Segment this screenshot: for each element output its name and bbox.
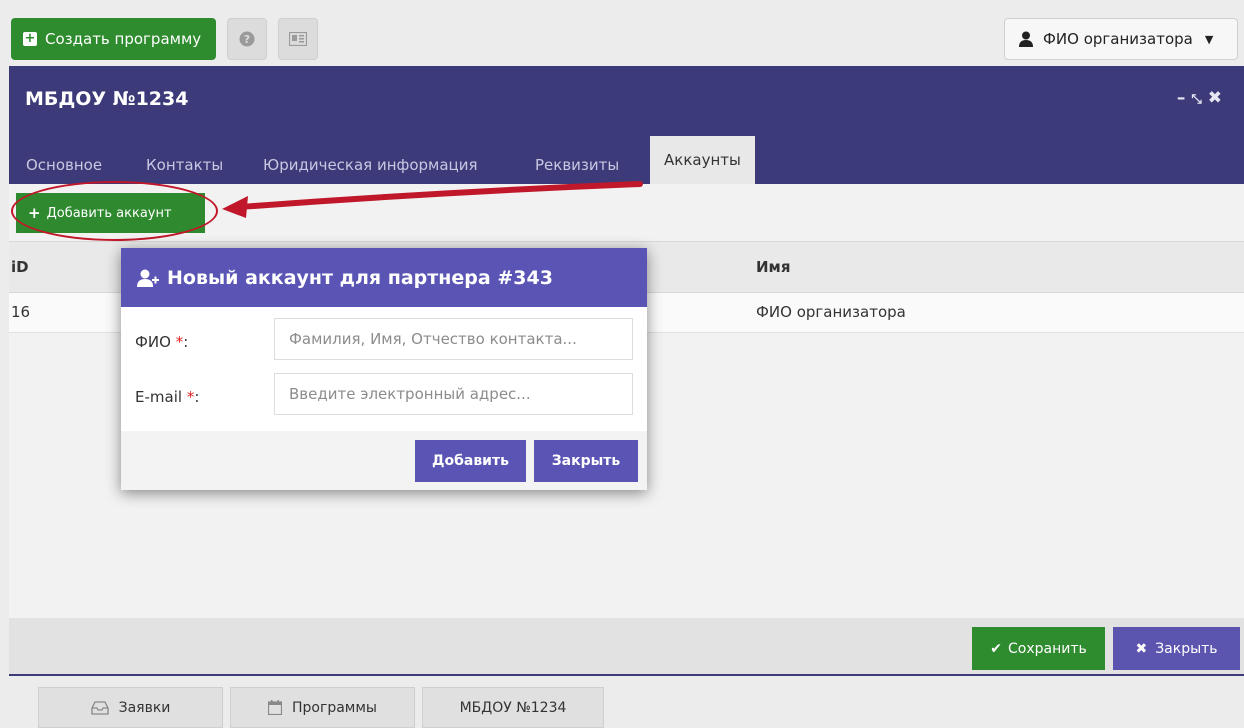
cell-name: ФИО организатора (756, 303, 906, 321)
save-button[interactable]: ✔ Сохранить (972, 627, 1105, 670)
email-input[interactable]: Введите электронный адрес... (274, 373, 633, 415)
taskbar-label: Заявки (118, 699, 171, 716)
new-account-modal: Новый аккаунт для партнера #343 ФИО *: Ф… (121, 248, 647, 490)
close-label: Закрыть (1155, 640, 1218, 657)
email-label: E-mail *: (135, 388, 200, 406)
close-button[interactable]: ✖ Закрыть (1113, 627, 1240, 670)
column-header-name[interactable]: Имя (756, 258, 790, 276)
user-plus-icon (137, 269, 159, 287)
email-placeholder: Введите электронный адрес... (289, 385, 531, 403)
cell-id: 16 (11, 303, 31, 321)
save-label: Сохранить (1007, 640, 1087, 657)
taskbar-label: МБДОУ №1234 (459, 699, 567, 716)
check-icon: ✔ (990, 640, 1002, 657)
taskbar-item-institution[interactable]: МБДОУ №1234 (422, 687, 604, 728)
taskbar-item-programs[interactable]: Программы (230, 687, 415, 728)
modal-header: Новый аккаунт для партнера #343 (121, 248, 647, 307)
close-x-icon: ✖ (1135, 640, 1148, 657)
column-header-id[interactable]: iD (11, 258, 29, 276)
calendar-icon (268, 700, 282, 715)
fio-label: ФИО *: (135, 333, 189, 351)
modal-title: Новый аккаунт для партнера #343 (167, 266, 553, 289)
taskbar-item-requests[interactable]: Заявки (38, 687, 223, 728)
modal-footer: Добавить Закрыть (121, 431, 647, 490)
modal-add-button[interactable]: Добавить (415, 440, 526, 482)
modal-close-button[interactable]: Закрыть (534, 440, 638, 482)
fio-input[interactable]: Фамилия, Имя, Отчество контакта... (274, 318, 633, 360)
inbox-icon (90, 700, 109, 715)
modal-body: ФИО *: Фамилия, Имя, Отчество контакта..… (121, 307, 647, 431)
fio-placeholder: Фамилия, Имя, Отчество контакта... (289, 330, 577, 348)
label-colon: : (183, 333, 189, 351)
taskbar-label: Программы (292, 699, 377, 716)
label-colon: : (194, 388, 200, 406)
